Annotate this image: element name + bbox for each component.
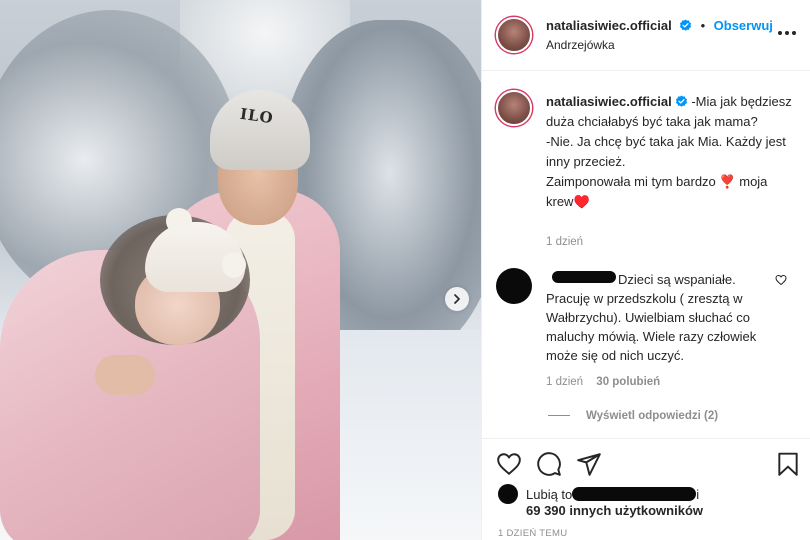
carousel-next-button[interactable]: [445, 287, 469, 311]
comment-time[interactable]: 1 dzień: [546, 376, 583, 388]
author-name-row: nataliasiwiec.official • Obserwuj: [546, 17, 773, 35]
comment-meta: 1 dzień 30 polubień: [546, 376, 660, 388]
verified-badge-icon: [680, 19, 692, 31]
liker-avatar-redacted[interactable]: [498, 484, 518, 504]
caption-author-avatar[interactable]: [496, 90, 532, 126]
comments-section[interactable]: nataliasiwiec.official -Mia jak będziesz…: [482, 72, 810, 438]
post-header: nataliasiwiec.official • Obserwuj Andrze…: [482, 0, 810, 71]
more-options-icon[interactable]: [778, 26, 798, 40]
comment-likes[interactable]: 30 polubień: [596, 376, 660, 388]
comment-bubble-icon[interactable]: [536, 451, 562, 477]
bookmark-icon[interactable]: [775, 451, 801, 477]
replies-divider-line: [548, 415, 570, 417]
heart-exclamation-emoji: ❣️: [719, 174, 736, 189]
liked-by-suffix: i: [696, 487, 700, 502]
verified-badge-icon: [675, 95, 687, 107]
post-side-panel: nataliasiwiec.official • Obserwuj Andrze…: [481, 0, 810, 540]
heart-icon[interactable]: [496, 451, 522, 477]
photo-child-hat-ear: [222, 252, 246, 278]
author-username[interactable]: nataliasiwiec.official: [546, 18, 672, 33]
photo-woman-hand: [95, 355, 155, 395]
chevron-right-icon: [454, 294, 460, 304]
author-avatar[interactable]: [496, 17, 532, 53]
comment-like-heart-icon[interactable]: [775, 274, 787, 286]
liker-username-redacted[interactable]: [572, 487, 697, 501]
caption-time[interactable]: 1 dzień: [546, 236, 583, 248]
caption-text: nataliasiwiec.official -Mia jak będziesz…: [546, 92, 804, 212]
caption-username[interactable]: nataliasiwiec.official: [546, 94, 672, 109]
caption-line-3-start: Zaimponowała mi tym bardzo: [546, 174, 716, 189]
photo-child-hat-ear: [166, 208, 192, 234]
paper-plane-icon[interactable]: [576, 451, 602, 477]
commenter-avatar-redacted[interactable]: [496, 268, 532, 304]
follow-button[interactable]: Obserwuj: [714, 18, 773, 33]
comment-body: Dzieci są wspaniałe. Pracuję w przedszko…: [546, 272, 757, 363]
post-location[interactable]: Andrzejówka: [546, 38, 615, 52]
view-replies-label: Wyświetl odpowiedzi (2): [586, 410, 719, 422]
view-replies-button[interactable]: Wyświetl odpowiedzi (2): [548, 410, 718, 422]
liked-by-prefix: Lubią to: [526, 487, 573, 502]
post-timestamp[interactable]: 1 DZIEŃ TEMU: [498, 528, 567, 539]
post-actions-bar: Lubią to i 69 390 innych użytkowników 1 D…: [482, 438, 810, 540]
liked-by-row: Lubią to i: [498, 484, 699, 504]
caption-line-2: -Nie. Ja chcę być taka jak Mia. Każdy je…: [546, 134, 786, 169]
post-photo[interactable]: ILO: [0, 0, 481, 540]
likes-count-link[interactable]: 69 390 innych użytkowników: [526, 503, 703, 518]
separator-dot: •: [700, 18, 706, 33]
comment-text: Dzieci są wspaniałe. Pracuję w przedszko…: [546, 270, 776, 365]
